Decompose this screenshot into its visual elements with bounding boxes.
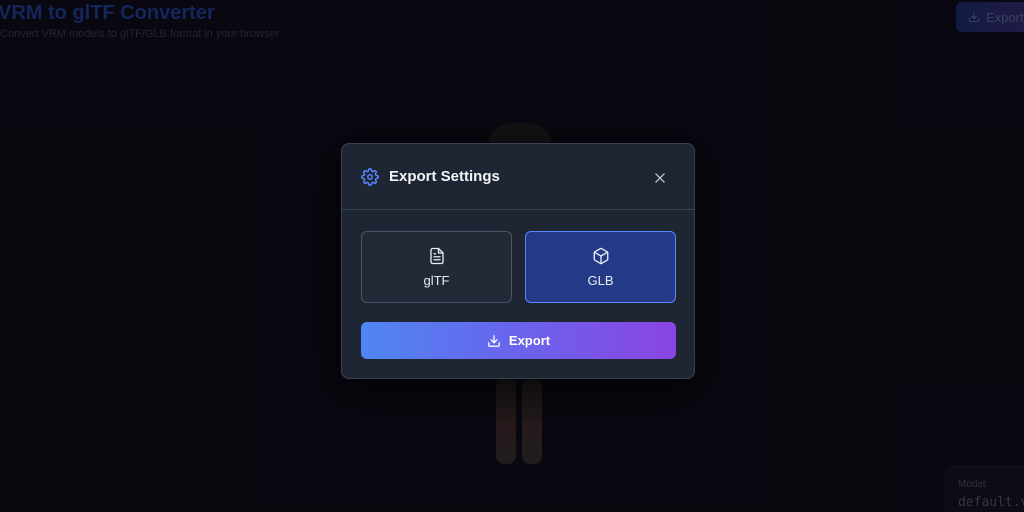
cube-icon [593,247,608,264]
format-label-glb: GLB [587,272,614,288]
export-settings-dialog: Export Settings glTF GLB Export [341,143,695,379]
close-button[interactable] [650,168,670,188]
close-icon [655,173,665,183]
format-option-gltf[interactable]: glTF [361,231,512,303]
gear-icon [361,168,379,186]
format-label-gltf: glTF [423,272,450,288]
dialog-title: Export Settings [389,168,500,185]
format-option-glb[interactable]: GLB [525,231,676,303]
export-button[interactable]: Export [361,322,676,359]
app-root: VRM to glTF Converter Convert VRM models… [0,0,1024,512]
export-button-label: Export [508,333,551,348]
download-icon [488,334,500,347]
file-text-icon [429,247,444,264]
dialog-header: Export Settings [342,144,694,210]
